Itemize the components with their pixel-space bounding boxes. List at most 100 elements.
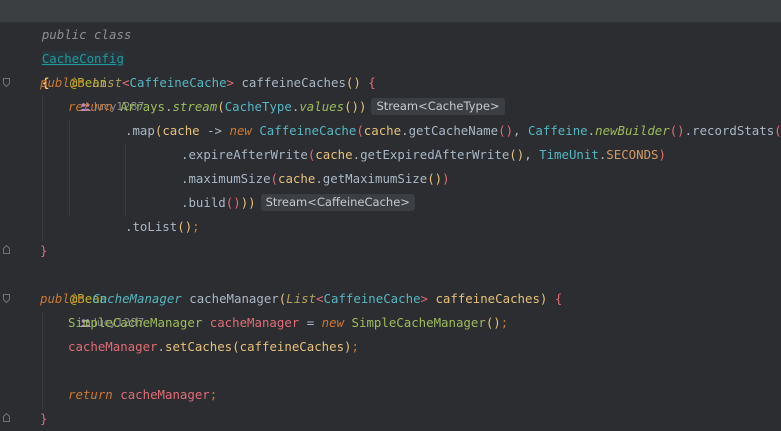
- paren: (): [498, 123, 514, 138]
- getexpiredafterwrite-method: getExpiredAfterWrite: [360, 147, 510, 162]
- new-keyword: new: [229, 123, 252, 138]
- class-declaration-line[interactable]: public class CacheConfig {: [12, 0, 131, 90]
- paren: (): [774, 123, 781, 138]
- comma: ,: [513, 123, 528, 138]
- bean-annotation-line[interactable]: @Bean lucy1287: [40, 47, 145, 113]
- build-line[interactable]: .build())) Stream<CaffeineCache>: [181, 191, 415, 215]
- method-close-brace: }: [40, 411, 48, 426]
- param-type: List: [286, 291, 317, 306]
- fold-open-icon[interactable]: [3, 78, 10, 87]
- paren: (: [232, 339, 240, 354]
- ctor-class: SimpleCacheManager: [351, 315, 486, 330]
- method-open-brace: {: [554, 291, 563, 306]
- paren: ()): [344, 99, 367, 114]
- cachetype-class: CacheType: [224, 99, 292, 114]
- maximumsize-method: maximumSize: [188, 171, 271, 186]
- recordstats-method: recordStats: [692, 123, 775, 138]
- expireafterwrite-method: expireAfterWrite: [188, 147, 308, 162]
- paren: (): [485, 315, 501, 330]
- map-line[interactable]: .map(cache -> new CaffeineCache(cache.ge…: [125, 119, 781, 143]
- class-modifiers: public class: [41, 27, 132, 42]
- generic-close: >: [226, 75, 234, 90]
- method-signature-line[interactable]: public CacheManager cacheManager(List<Ca…: [40, 287, 562, 311]
- fold-close-icon[interactable]: [3, 413, 10, 422]
- caffeinecache-class: CaffeineCache: [259, 123, 357, 138]
- params-parens: (): [345, 75, 361, 90]
- var-type: SimpleCacheManager: [68, 315, 203, 330]
- paren: (): [225, 195, 241, 210]
- generic-open: <: [316, 291, 324, 306]
- expire-line[interactable]: .expireAfterWrite(cache.getExpiredAfterW…: [181, 143, 666, 167]
- timeunit-class: TimeUnit: [539, 147, 599, 162]
- method-close-line[interactable]: }: [40, 407, 47, 431]
- method-close-line[interactable]: }: [40, 239, 47, 263]
- build-method: build: [188, 195, 226, 210]
- return-keyword: return: [68, 99, 113, 114]
- code-editor[interactable]: public class CacheConfig { @Bean lucy128…: [0, 0, 781, 431]
- paren: (): [669, 123, 685, 138]
- dot: .: [157, 339, 165, 354]
- comma: ,: [524, 147, 540, 162]
- semicolon: ;: [192, 219, 200, 234]
- values-method: values: [299, 99, 345, 114]
- return-line[interactable]: return cacheManager;: [68, 383, 217, 407]
- semicolon: ;: [500, 315, 509, 330]
- return-type: CacheManager: [92, 291, 182, 306]
- paren: (: [270, 171, 278, 186]
- modifier-keyword: public: [40, 75, 85, 90]
- paren: ): [442, 171, 450, 186]
- tolist-line[interactable]: .toList();: [125, 215, 200, 239]
- indent-guide: [125, 143, 126, 217]
- paren: (: [217, 99, 225, 114]
- generic-open: <: [122, 75, 130, 90]
- paren: (: [356, 123, 364, 138]
- indent-guide: [69, 119, 70, 217]
- return-type: List: [92, 75, 123, 90]
- seconds-constant: SECONDS: [606, 147, 659, 162]
- paren: ): [658, 147, 666, 162]
- newbuilder-method: newBuilder: [595, 123, 670, 138]
- arrays-class: Arrays: [120, 99, 165, 114]
- fold-open-icon[interactable]: [3, 294, 10, 303]
- new-keyword: new: [321, 315, 345, 330]
- paren: (): [509, 147, 525, 162]
- dot: .: [352, 147, 361, 162]
- lambda-arrow: ->: [199, 123, 230, 138]
- dot: .: [315, 171, 323, 186]
- paren: )): [240, 195, 256, 210]
- cache-ref: cache: [363, 123, 402, 138]
- cache-ref: cache: [315, 147, 353, 162]
- generic-type: CaffeineCache: [129, 75, 227, 90]
- return-keyword: return: [68, 387, 113, 402]
- arg-ref: caffeineCaches: [239, 339, 345, 354]
- setcaches-line[interactable]: cacheManager.setCaches(caffeineCaches);: [68, 335, 359, 359]
- var-ref: cacheManager: [68, 339, 158, 354]
- type-hint: Stream<CaffeineCache>: [260, 194, 415, 211]
- caffeine-class: Caffeine: [527, 123, 588, 138]
- modifier-keyword: public: [40, 291, 85, 306]
- paren: ): [539, 291, 548, 306]
- getcachename-method: getCacheName: [408, 123, 499, 138]
- method-name: cacheManager: [189, 291, 279, 306]
- return-stream-line[interactable]: return Arrays.stream(CacheType.values())…: [68, 95, 505, 119]
- var-name: cacheManager: [209, 315, 300, 330]
- generic-type: CaffeineCache: [323, 291, 421, 306]
- semicolon: ;: [209, 387, 218, 402]
- method-name: caffeineCaches: [241, 75, 346, 90]
- paren: (): [427, 171, 443, 186]
- generic-close: >: [420, 291, 428, 306]
- map-method: map: [132, 123, 155, 138]
- lambda-param: cache: [162, 123, 200, 138]
- method-signature-line[interactable]: public List<CaffeineCache> caffeineCache…: [40, 71, 376, 95]
- bean-annotation-line[interactable]: @Bean lucy1287: [40, 263, 145, 329]
- method-open-brace: {: [368, 75, 376, 90]
- method-close-brace: }: [40, 243, 48, 258]
- maxsize-line[interactable]: .maximumSize(cache.getMaximumSize()): [181, 167, 450, 191]
- assign: =: [299, 315, 322, 330]
- paren: ): [344, 339, 352, 354]
- dot: .: [401, 123, 409, 138]
- fold-close-icon[interactable]: [3, 245, 10, 254]
- dot: .: [587, 123, 596, 138]
- declaration-line[interactable]: SimpleCacheManager cacheManager = new Si…: [68, 311, 508, 335]
- stream-method: stream: [172, 99, 218, 114]
